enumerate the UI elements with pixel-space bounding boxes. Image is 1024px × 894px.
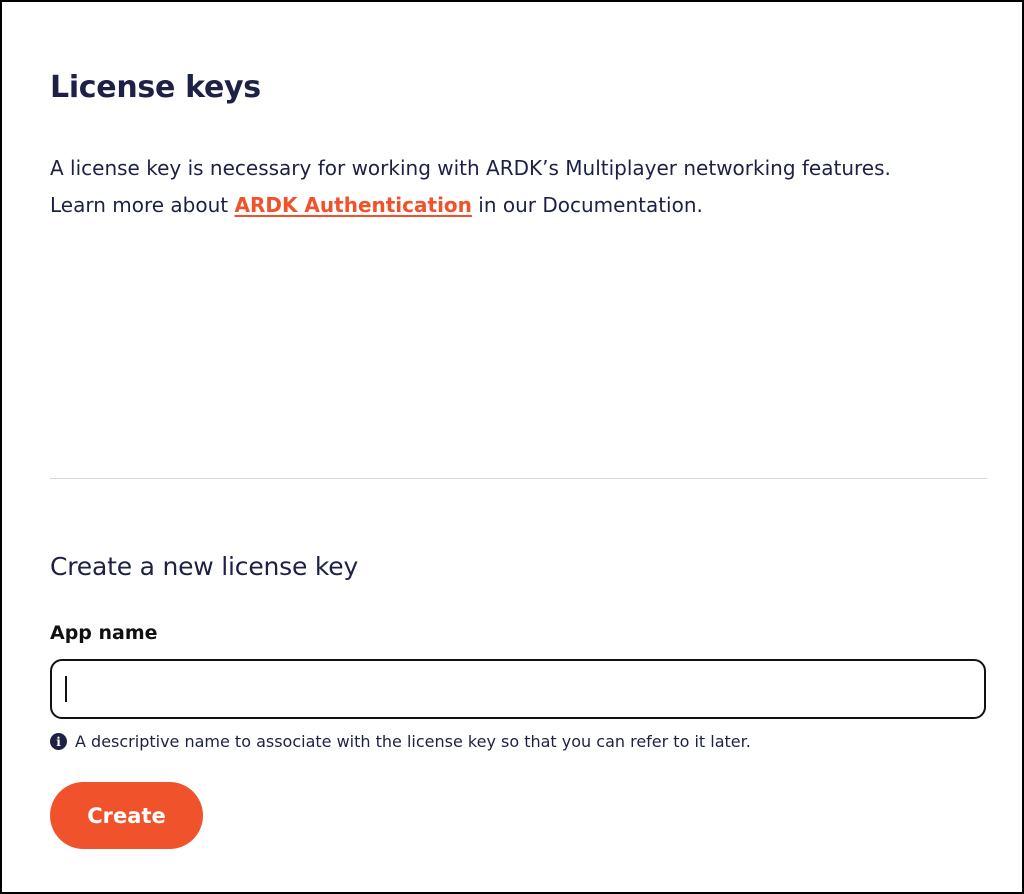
intro-text: A license key is necessary for working w… [50, 150, 990, 224]
ardk-authentication-link[interactable]: ARDK Authentication [234, 193, 471, 217]
text-cursor [65, 676, 67, 702]
intro-line-2-suffix: in our Documentation. [471, 193, 703, 217]
app-name-input[interactable] [50, 659, 986, 719]
page-frame: License keys A license key is necessary … [0, 0, 1024, 894]
info-icon: i [50, 733, 67, 750]
app-name-label: App name [50, 622, 158, 644]
intro-line-1: A license key is necessary for working w… [50, 156, 891, 180]
app-name-hint: i A descriptive name to associate with t… [50, 732, 751, 751]
page-title: License keys [50, 70, 261, 105]
section-divider [50, 478, 987, 479]
create-button[interactable]: Create [50, 782, 203, 849]
create-section-title: Create a new license key [50, 552, 359, 581]
app-name-hint-text: A descriptive name to associate with the… [75, 732, 751, 751]
intro-line-2-prefix: Learn more about [50, 193, 235, 217]
